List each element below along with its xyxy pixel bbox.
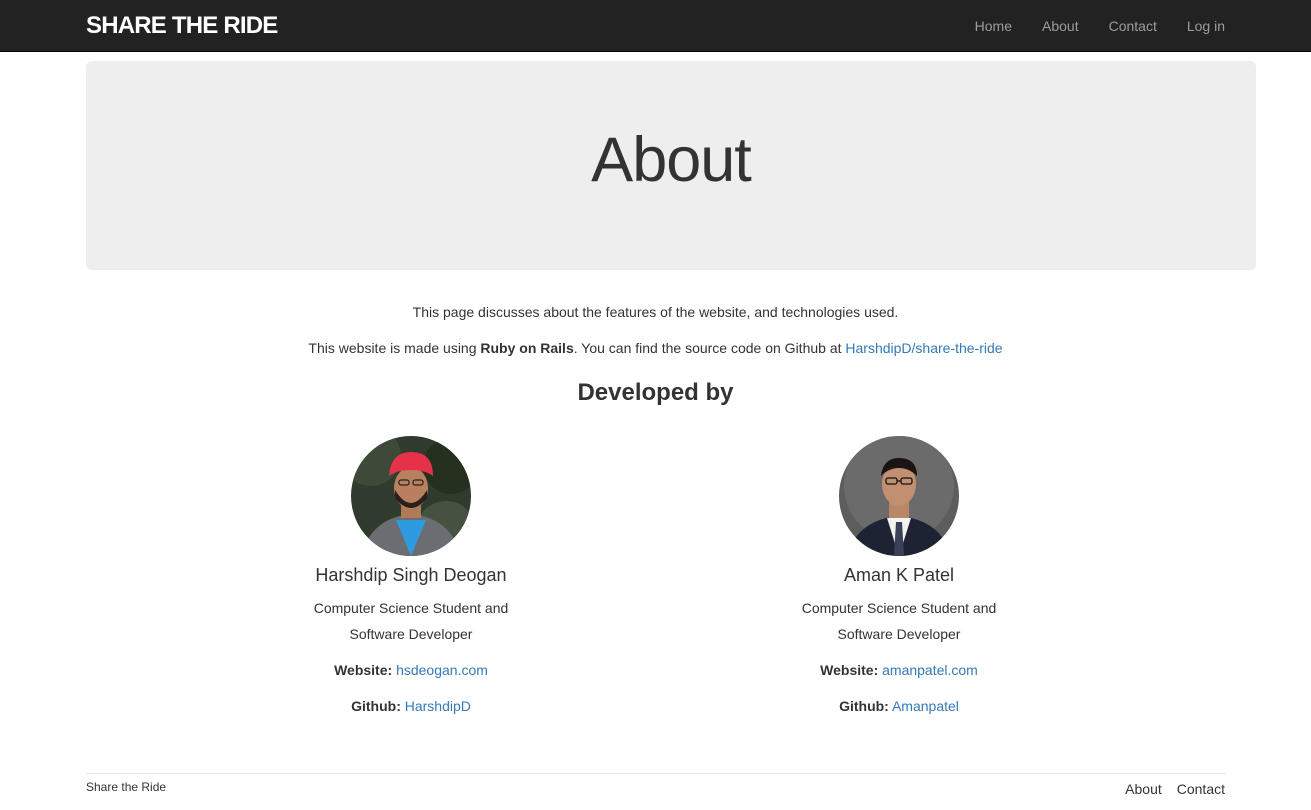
- tech-name: Ruby on Rails: [480, 340, 574, 356]
- developer-website-row: Website: amanpatel.com: [729, 657, 1069, 683]
- footer-brand: Share the Ride: [86, 780, 167, 794]
- developer-github-row: Github: Amanpatel: [729, 693, 1069, 719]
- nav-contact[interactable]: Contact: [1109, 18, 1157, 34]
- developer-card: Harshdip Singh Deogan Computer Science S…: [241, 436, 581, 719]
- avatar: [839, 436, 959, 556]
- brand-logo[interactable]: SHARE THE RIDE: [86, 12, 278, 40]
- nav-menu: Home About Contact Log in: [975, 0, 1225, 52]
- developer-role: Computer Science Student and Software De…: [801, 600, 997, 642]
- nav-login[interactable]: Log in: [1187, 18, 1225, 34]
- developer-card: Aman K Patel Computer Science Student an…: [729, 436, 1069, 719]
- tech-text: This website is made using Ruby on Rails…: [0, 340, 1311, 356]
- footer-nav: About Contact: [1110, 781, 1225, 797]
- navbar: SHARE THE RIDE Home About Contact Log in: [0, 0, 1311, 52]
- developer-website-link[interactable]: hsdeogan.com: [396, 662, 488, 678]
- footer-divider: [86, 773, 1226, 774]
- page-title: About: [591, 124, 752, 195]
- developer-role: Computer Science Student and Software De…: [313, 600, 509, 642]
- developer-name: Aman K Patel: [843, 565, 955, 585]
- developer-website-row: Website: hsdeogan.com: [241, 657, 581, 683]
- avatar: [351, 436, 471, 556]
- intro-text: This page discusses about the features o…: [412, 304, 899, 320]
- website-label: Website:: [820, 662, 879, 678]
- github-label: Github:: [839, 698, 889, 714]
- developer-github-link[interactable]: Amanpatel: [892, 698, 959, 714]
- source-code-link[interactable]: HarshdipD/share-the-ride: [845, 340, 1002, 356]
- developer-github-row: Github: HarshdipD: [241, 693, 581, 719]
- nav-home[interactable]: Home: [975, 18, 1012, 34]
- footer-link-about[interactable]: About: [1125, 781, 1162, 797]
- developer-github-link[interactable]: HarshdipD: [405, 698, 471, 714]
- developer-name: Harshdip Singh Deogan: [315, 565, 507, 585]
- github-label: Github:: [351, 698, 401, 714]
- website-label: Website:: [334, 662, 393, 678]
- section-heading-developed-by: Developed by: [577, 379, 734, 406]
- nav-about[interactable]: About: [1042, 18, 1079, 34]
- jumbotron: About: [86, 61, 1256, 270]
- tech-text-prefix: This website is made using: [308, 340, 481, 356]
- footer-link-contact[interactable]: Contact: [1177, 781, 1225, 797]
- developer-website-link[interactable]: amanpatel.com: [882, 662, 978, 678]
- tech-text-suffix: . You can find the source code on Github…: [573, 340, 846, 356]
